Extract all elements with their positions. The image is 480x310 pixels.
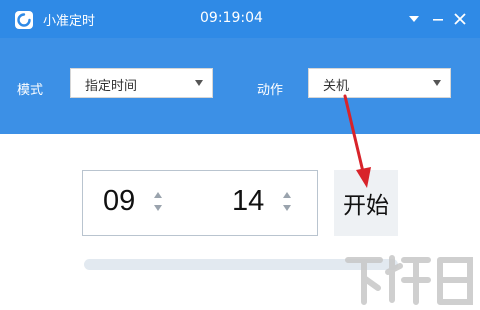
watermark-logo xyxy=(345,255,473,305)
